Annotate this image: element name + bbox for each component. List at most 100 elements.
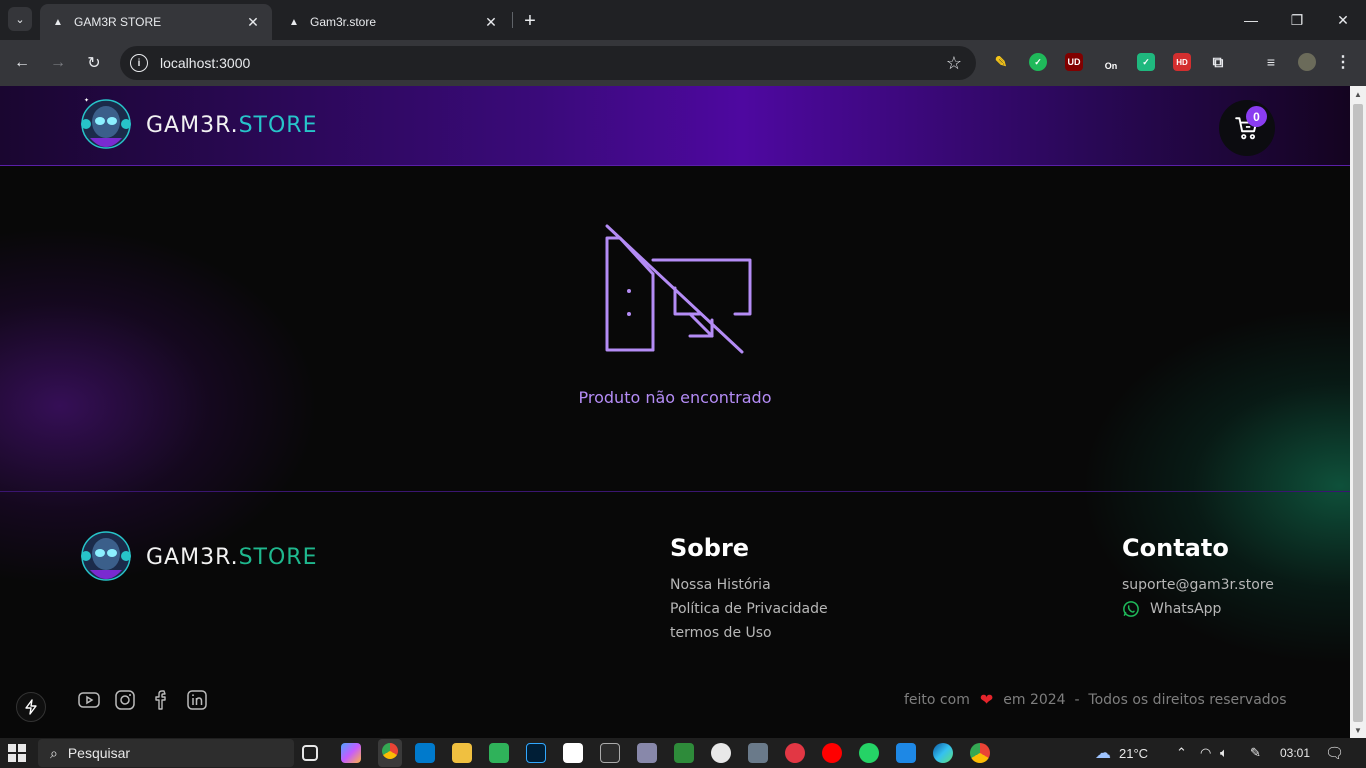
minimize-button[interactable]: — [1228, 0, 1274, 40]
lightning-bolt-icon [25, 699, 37, 715]
restore-button[interactable]: ❐ [1274, 0, 1320, 40]
app-icon[interactable] [637, 743, 657, 763]
check-extension-icon[interactable]: ✓ [1029, 53, 1047, 71]
scrollbar-thumb[interactable] [1353, 104, 1363, 722]
page-scrollbar[interactable]: ▲ ▼ [1350, 86, 1366, 738]
menu-kebab-icon[interactable]: ⋮ [1334, 53, 1352, 71]
cart-button[interactable] [1219, 100, 1275, 156]
contact-heading: Contato [1122, 534, 1229, 562]
clock[interactable]: 03:01 [1280, 738, 1310, 768]
calculator-icon[interactable] [748, 743, 768, 763]
youtube-app-icon[interactable] [822, 743, 842, 763]
back-arrow-icon[interactable]: ← [10, 51, 34, 75]
task-view-icon[interactable] [302, 745, 318, 761]
about-heading: Sobre [670, 534, 750, 562]
header-logo-link[interactable]: ✦ GAM3R. STORE [76, 94, 317, 156]
app-blue-icon[interactable] [896, 743, 916, 763]
svg-text:✦: ✦ [84, 97, 89, 104]
copilot-icon[interactable] [341, 743, 361, 763]
shield-extension-icon[interactable]: ✓ [1137, 53, 1155, 71]
app-green-icon[interactable] [674, 743, 694, 763]
file-explorer-icon[interactable] [452, 743, 472, 763]
windows-start-icon[interactable] [8, 744, 26, 762]
brand-wordmark-accent: STORE [238, 112, 318, 138]
weather-temp: 21°C [1119, 745, 1149, 761]
instagram-icon[interactable] [113, 688, 137, 712]
address-bar[interactable]: i localhost:3000 ☆ [120, 46, 976, 80]
tab-search-button[interactable]: ⌄ [8, 7, 32, 31]
edge-icon[interactable] [933, 743, 953, 763]
pen-icon[interactable]: ✎ [1250, 738, 1261, 768]
close-icon[interactable]: ✕ [482, 13, 500, 31]
browser-tab-bar: ⌄ ▲ GAM3R STORE ✕ ▲ Gam3r.store ✕ + — ❐ … [0, 0, 1366, 40]
bookmark-star-icon[interactable]: ☆ [946, 53, 962, 74]
brand-wordmark: GAM3R. STORE [146, 545, 317, 570]
windows-taskbar: ⌕ Pesquisar ☁ 21°C ⌃ ◠ 🔈︎ ✎ 03:01 🗨︎ [0, 738, 1366, 768]
link-politica-privacidade[interactable]: Política de Privacidade [670, 601, 828, 617]
cart-count-badge: 0 [1246, 106, 1267, 127]
site-info-icon[interactable]: i [130, 54, 148, 72]
whatsapp-link[interactable]: WhatsApp [1122, 600, 1221, 618]
chrome-icon[interactable] [970, 743, 990, 763]
chrome-profile-icon[interactable] [711, 743, 731, 763]
link-nossa-historia[interactable]: Nossa História [670, 577, 771, 593]
robot-logo-icon [81, 531, 131, 581]
weather-widget[interactable]: ☁ 21°C [1095, 738, 1148, 768]
linkedin-icon[interactable] [185, 688, 209, 712]
paint-extension-icon[interactable]: ✎ [992, 53, 1010, 71]
scroll-down-arrow-icon[interactable]: ▼ [1350, 722, 1366, 738]
page-viewport: ✦ GAM3R. STORE 0 Produto não encontrado … [0, 86, 1350, 738]
tab-gam3r-store[interactable]: ▲ GAM3R STORE ✕ [40, 4, 272, 40]
dev-tools-bolt-button[interactable] [16, 692, 46, 722]
vscode-icon[interactable] [415, 743, 435, 763]
wifi-icon[interactable]: ◠ [1200, 738, 1211, 768]
tab-gam3r-store-2[interactable]: ▲ Gam3r.store ✕ [276, 4, 510, 40]
product-not-found: Produto não encontrado [0, 166, 1350, 491]
window-close-button[interactable]: ✕ [1320, 0, 1366, 40]
youtube-icon[interactable] [77, 688, 101, 712]
media-control-icon[interactable]: ≡ [1262, 53, 1280, 71]
facebook-icon[interactable] [149, 688, 173, 712]
cloud-icon: ☁ [1095, 745, 1111, 762]
volume-icon[interactable]: 🔈︎ [1220, 738, 1228, 768]
hd-extension-icon[interactable]: HD [1173, 53, 1191, 71]
tab-title: GAM3R STORE [74, 15, 162, 29]
tab-divider [512, 12, 513, 28]
brand-wordmark-accent: STORE [238, 544, 318, 570]
chrome-app-active[interactable] [378, 739, 402, 767]
profile-avatar[interactable] [1298, 53, 1316, 71]
close-icon[interactable]: ✕ [244, 13, 262, 31]
contact-email-link[interactable]: suporte@gam3r.store [1122, 577, 1274, 593]
brand-wordmark-main: GAM3R. [146, 544, 239, 570]
heart-icon: ❤ [979, 690, 994, 709]
forward-arrow-icon[interactable]: → [46, 51, 70, 75]
not-found-message: Produto não encontrado [578, 388, 772, 407]
notifications-icon[interactable]: 🗨︎ [1325, 738, 1344, 768]
brand-wordmark: GAM3R. STORE [146, 113, 317, 138]
photoshop-icon[interactable] [526, 743, 546, 763]
reload-icon[interactable]: ↻ [82, 51, 106, 75]
ublock-extension-icon[interactable]: UD [1065, 53, 1083, 71]
taskbar-search-box[interactable]: ⌕ Pesquisar [38, 739, 294, 767]
whatsapp-app-icon[interactable] [859, 743, 879, 763]
footer-logo-link[interactable]: GAM3R. STORE [76, 526, 317, 588]
url-text[interactable]: localhost:3000 [160, 55, 946, 71]
paint-icon[interactable] [563, 743, 583, 763]
copyright-text: feito com ❤ em 2024 - Todos os direitos … [904, 690, 1287, 709]
devices-off-icon [605, 224, 752, 354]
toggle-extension-icon[interactable]: On [1102, 53, 1120, 71]
triangle-favicon-icon: ▲ [289, 16, 299, 28]
puzzle-extensions-icon[interactable]: ⧉ [1209, 53, 1227, 71]
taskbar-search-placeholder: Pesquisar [67, 745, 131, 761]
tab-title: Gam3r.store [310, 15, 377, 29]
link-termos-uso[interactable]: termos de Uso [670, 625, 772, 641]
notepad-plus-icon[interactable] [489, 743, 509, 763]
triangle-favicon-icon: ▲ [53, 16, 63, 28]
copyright-prefix: feito com [904, 691, 970, 708]
tray-chevron-icon[interactable]: ⌃ [1176, 738, 1187, 768]
app-red-icon[interactable] [785, 743, 805, 763]
new-tab-button[interactable]: + [518, 9, 542, 33]
scroll-up-arrow-icon[interactable]: ▲ [1350, 86, 1366, 102]
terminal-icon[interactable] [600, 743, 620, 763]
brand-wordmark-main: GAM3R. [146, 112, 239, 138]
